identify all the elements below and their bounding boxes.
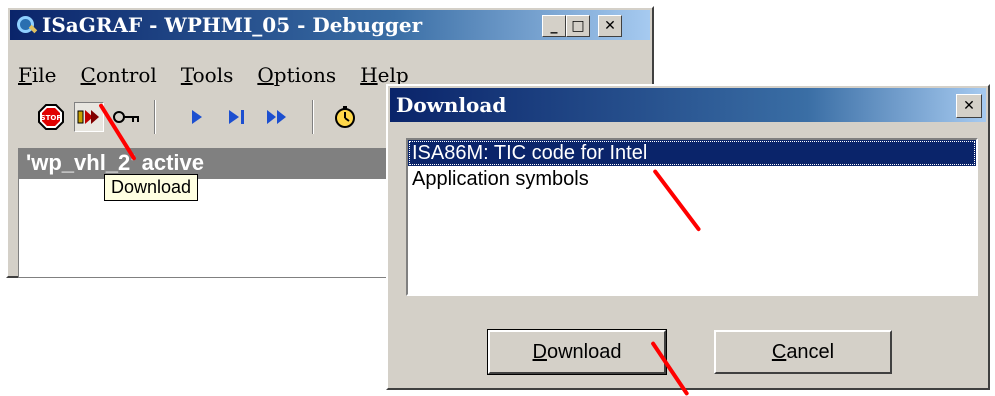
timer-icon[interactable] [330,102,360,132]
menu-tools[interactable]: Tools [181,63,234,87]
download-button[interactable]: Download [487,329,667,375]
magnifier-app-icon [16,15,38,35]
menu-options[interactable]: Options [257,63,336,87]
close-button[interactable]: ✕ [598,15,622,37]
output-area [18,178,398,278]
status-bar: 'wp_vhl_2' active [18,148,398,178]
cancel-button[interactable]: Cancel [714,330,892,374]
menu-file[interactable]: File [18,63,57,87]
dialog-close-button[interactable]: ✕ [956,94,982,118]
list-item[interactable]: Application symbols [408,166,976,192]
fast-forward-icon[interactable] [262,102,292,132]
toolbar-separator [154,100,156,134]
list-item[interactable]: ISA86M: TIC code for Intel [408,140,976,166]
stop-icon[interactable]: STOP [36,102,66,132]
maximize-button[interactable]: □ [566,15,590,37]
svg-text:STOP: STOP [41,114,62,122]
dialog-titlebar[interactable]: Download [390,88,986,122]
minimize-button[interactable]: _ [542,15,566,37]
download-dialog: Download ✕ ISA86M: TIC code for Intel Ap… [386,84,990,390]
step-icon[interactable] [222,102,252,132]
download-tooltip: Download [104,174,199,201]
dialog-title: Download [396,93,507,117]
menu-bar: File Control Tools Options Help [18,63,433,87]
toolbar-separator [312,100,314,134]
run-icon[interactable] [182,102,212,132]
menu-control[interactable]: Control [81,63,157,87]
debugger-title: ISaGRAF - WPHMI_05 - Debugger [42,13,423,37]
